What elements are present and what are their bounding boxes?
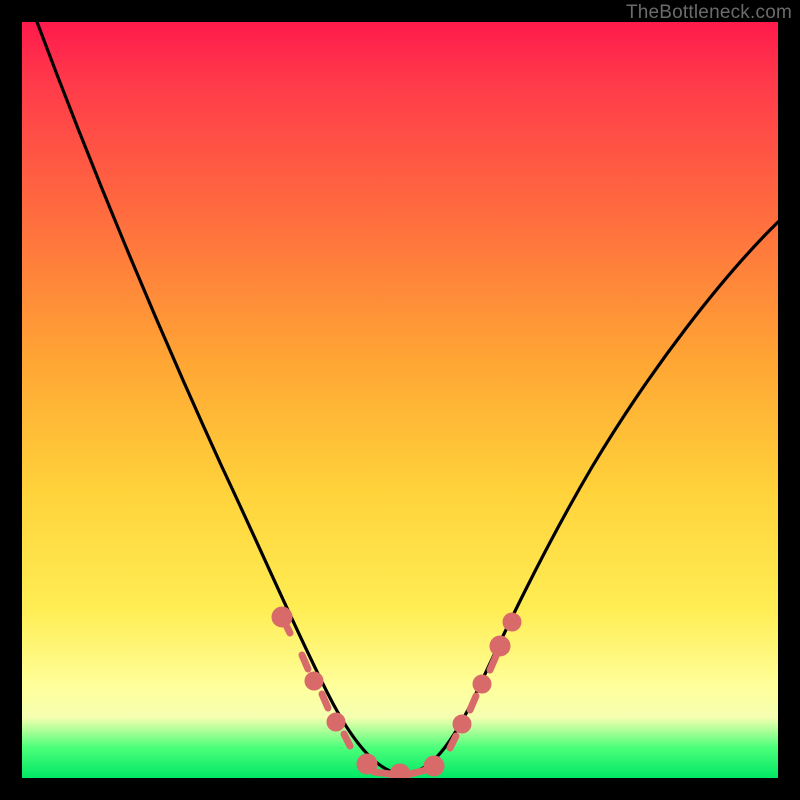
chart-frame: TheBottleneck.com — [0, 0, 800, 800]
chart-plot-area — [22, 22, 778, 778]
chart-curve — [37, 22, 778, 774]
chart-curve-layer — [22, 22, 778, 778]
watermark-text: TheBottleneck.com — [626, 2, 792, 24]
chart-marker-cluster — [275, 610, 518, 778]
